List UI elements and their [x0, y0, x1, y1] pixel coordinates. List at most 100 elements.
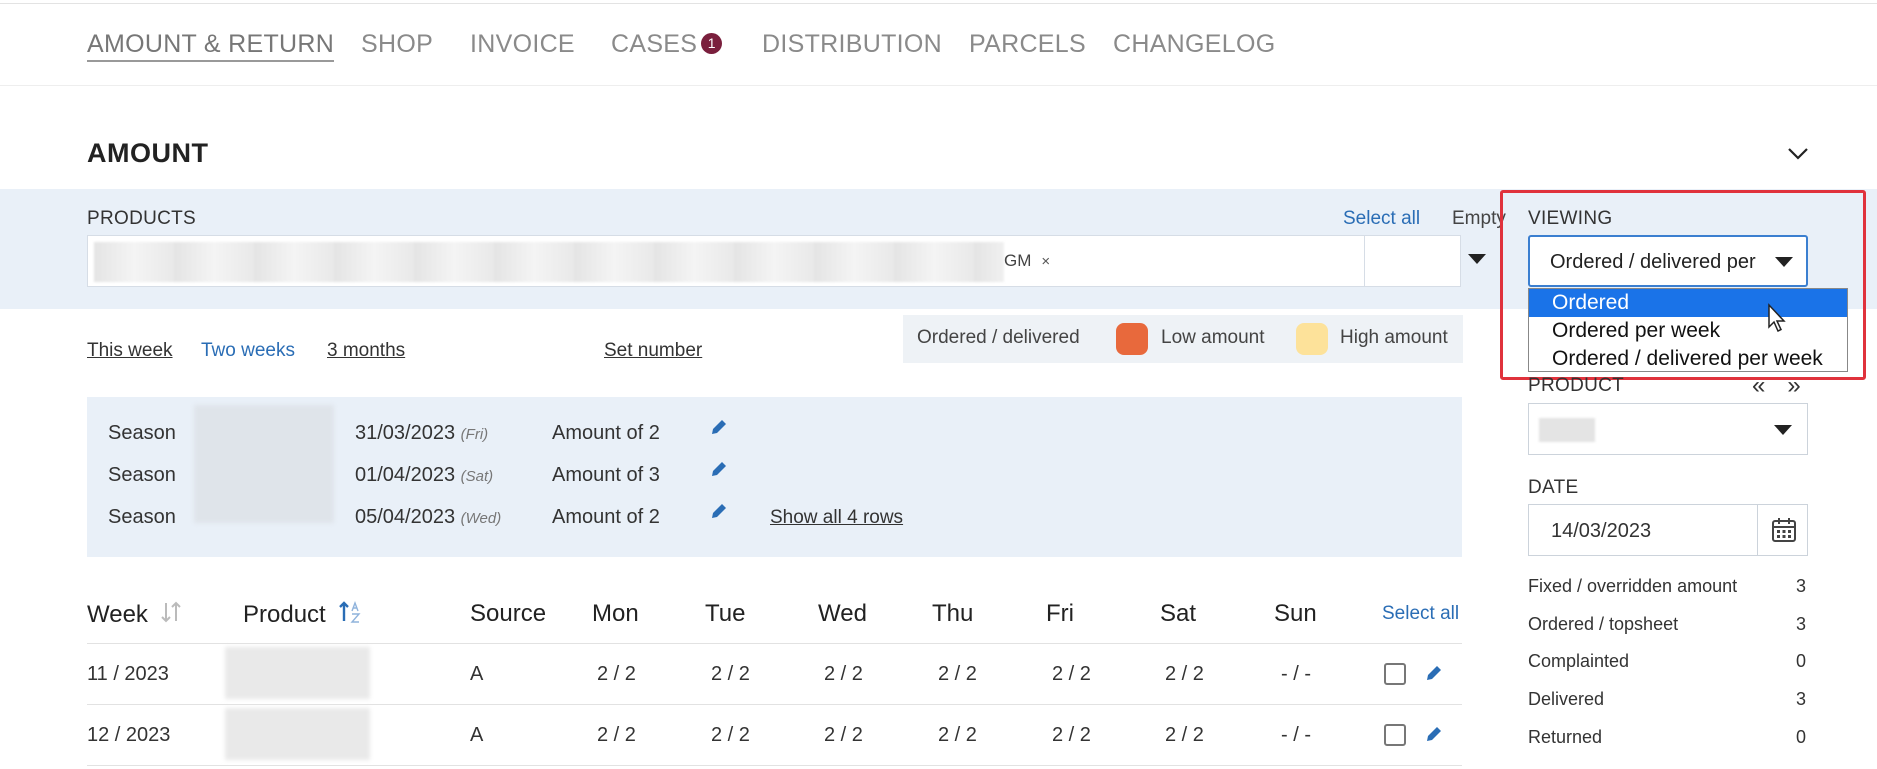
cell-sun: - / -	[1281, 663, 1311, 685]
col-thu-header[interactable]: Thu	[932, 600, 973, 628]
col-source-header[interactable]: Source	[470, 600, 546, 628]
stat-delivered-value: 3	[1796, 689, 1807, 709]
blurred-season-names	[194, 405, 334, 523]
table-divider	[87, 704, 1462, 705]
side-date-label: DATE	[1528, 477, 1579, 498]
legend-ordered-delivered: Ordered / delivered	[917, 327, 1080, 348]
stat-ordered-topsheet-value: 3	[1796, 614, 1807, 634]
pencil-icon[interactable]	[709, 459, 729, 479]
cell-sun: - / -	[1281, 724, 1311, 746]
product-nav: «»	[1752, 372, 1801, 400]
col-week-header[interactable]: Week	[87, 600, 182, 629]
cell-mon: 2 / 2	[597, 724, 636, 746]
cell-thu: 2 / 2	[938, 663, 977, 685]
side-product-select[interactable]	[1528, 403, 1808, 455]
tab-cases-label: CASES	[611, 30, 698, 58]
pencil-icon[interactable]	[1424, 724, 1444, 744]
col-sat-header[interactable]: Sat	[1160, 600, 1196, 628]
pencil-icon[interactable]	[709, 501, 729, 521]
stat-returned-label: Returned	[1528, 727, 1603, 747]
table-divider	[87, 765, 1462, 766]
stat-complainted-label: Complainted	[1528, 651, 1630, 671]
season-label: Season	[108, 506, 176, 528]
range-two-weeks[interactable]: Two weeks	[201, 340, 295, 362]
row-checkbox[interactable]	[1384, 663, 1406, 685]
tab-bar: AMOUNT & RETURN SHOP INVOICE CASES 1 DIST…	[0, 0, 1877, 86]
stat-fixed-overridden-label: Fixed / overridden amount	[1528, 576, 1738, 596]
caret-down-icon[interactable]	[1468, 254, 1486, 264]
season-amount: Amount of 2	[552, 422, 660, 444]
cell-week: 11 / 2023	[87, 663, 169, 685]
chip-remove-icon[interactable]: ×	[1041, 253, 1050, 270]
high-amount-swatch	[1296, 323, 1328, 355]
show-all-rows-link[interactable]: Show all 4 rows	[770, 507, 903, 529]
season-date-value: 31/03/2023	[355, 422, 456, 444]
select-all-products-link[interactable]: Select all	[1343, 208, 1420, 230]
sort-icon	[161, 601, 181, 623]
legend-high-amount: High amount	[1340, 327, 1448, 348]
season-list: Season 31/03/2023 (Fri) Amount of 2 Seas…	[87, 397, 1462, 557]
col-week-label: Week	[87, 601, 148, 628]
col-product-header[interactable]: Product	[243, 600, 364, 629]
cell-source: A	[470, 663, 484, 685]
season-day: (Fri)	[460, 426, 489, 443]
range-this-week[interactable]: This week	[87, 340, 173, 362]
tab-amount-return[interactable]: AMOUNT & RETURN	[87, 30, 335, 62]
cell-wed: 2 / 2	[824, 663, 863, 685]
caret-down-icon	[1774, 425, 1792, 435]
blurred-product-name	[225, 708, 370, 760]
date-input[interactable]: 14/03/2023	[1528, 504, 1808, 556]
tab-changelog[interactable]: CHANGELOG	[1113, 30, 1275, 59]
cell-source: A	[470, 724, 484, 746]
season-date: 01/04/2023 (Sat)	[355, 464, 493, 487]
pencil-icon[interactable]	[709, 417, 729, 437]
tab-shop[interactable]: SHOP	[361, 30, 433, 59]
col-mon-header[interactable]: Mon	[592, 600, 639, 628]
tab-invoice[interactable]: INVOICE	[470, 30, 575, 59]
legend: Ordered / delivered Low amount High amou…	[903, 315, 1463, 363]
stat-returned-value: 0	[1796, 727, 1807, 747]
pencil-icon[interactable]	[1424, 663, 1444, 683]
table-divider	[87, 643, 1462, 644]
stat-complainted-value: 0	[1796, 651, 1807, 671]
products-multiselect[interactable]: GM ×	[87, 235, 1461, 287]
season-label: Season	[108, 464, 176, 486]
tab-cases[interactable]: CASES 1	[611, 30, 723, 59]
blurred-product-value	[1539, 418, 1595, 442]
tab-parcels[interactable]: PARCELS	[969, 30, 1086, 59]
cell-fri: 2 / 2	[1052, 663, 1091, 685]
stat-delivered-label: Delivered	[1528, 689, 1605, 709]
col-tue-header[interactable]: Tue	[705, 600, 745, 628]
product-chip[interactable]: GM ×	[1004, 251, 1050, 271]
prev-product-button[interactable]: «	[1752, 372, 1765, 399]
cell-sat: 2 / 2	[1165, 663, 1204, 685]
side-product-label: PRODUCT	[1528, 375, 1625, 396]
col-sun-header[interactable]: Sun	[1274, 600, 1317, 628]
legend-low-amount: Low amount	[1161, 327, 1265, 348]
range-three-months[interactable]: 3 months	[327, 340, 405, 362]
season-day: (Sat)	[460, 468, 494, 485]
cell-thu: 2 / 2	[938, 724, 977, 746]
chevron-down-icon[interactable]	[1786, 142, 1810, 166]
calendar-icon[interactable]	[1770, 516, 1798, 544]
cases-count-badge: 1	[701, 33, 723, 54]
products-divider	[1364, 235, 1365, 287]
season-day: (Wed)	[460, 510, 502, 527]
season-date-value: 05/04/2023	[355, 506, 456, 528]
tab-distribution[interactable]: DISTRIBUTION	[762, 30, 942, 59]
set-number-link[interactable]: Set number	[604, 340, 702, 362]
cell-mon: 2 / 2	[597, 663, 636, 685]
row-checkbox[interactable]	[1384, 724, 1406, 746]
viewing-highlight-box	[1500, 190, 1866, 380]
col-fri-header[interactable]: Fri	[1046, 600, 1074, 628]
col-wed-header[interactable]: Wed	[818, 600, 867, 628]
date-value: 14/03/2023	[1551, 520, 1652, 542]
col-product-label: Product	[243, 601, 326, 628]
season-amount: Amount of 2	[552, 506, 660, 528]
cell-week: 12 / 2023	[87, 724, 171, 746]
season-date-value: 01/04/2023	[355, 464, 456, 486]
cell-tue: 2 / 2	[711, 724, 750, 746]
blurred-product-chips	[94, 242, 1004, 282]
next-product-button[interactable]: »	[1787, 372, 1800, 399]
select-all-rows-link[interactable]: Select all	[1382, 603, 1459, 625]
